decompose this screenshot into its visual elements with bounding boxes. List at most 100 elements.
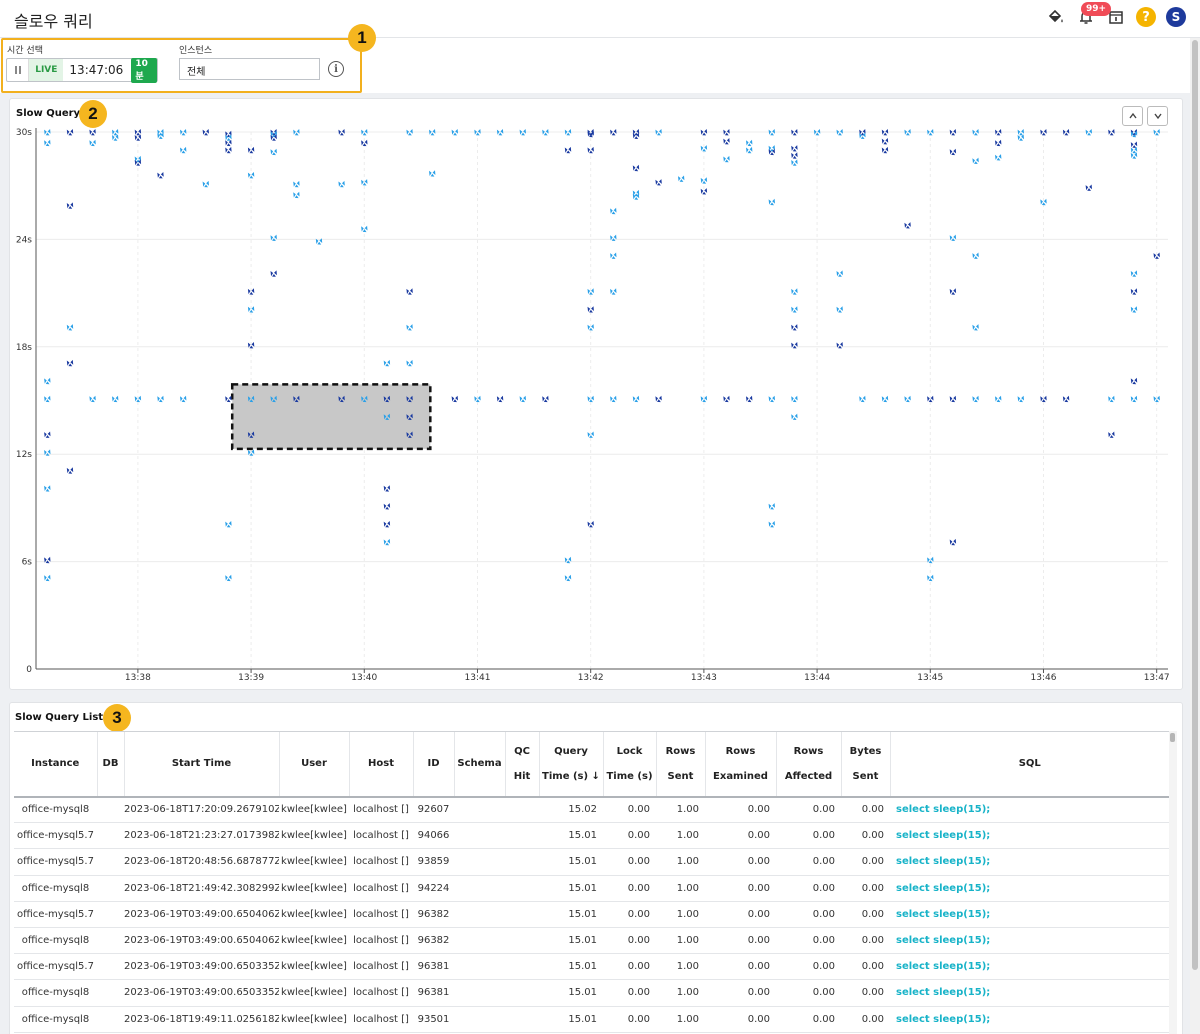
query-point[interactable] <box>995 154 1002 161</box>
query-point[interactable] <box>383 503 391 510</box>
query-point[interactable] <box>44 574 51 582</box>
query-point[interactable] <box>723 138 730 145</box>
column-header-schema[interactable]: Schema <box>453 731 505 798</box>
query-point[interactable] <box>949 395 957 403</box>
query-point[interactable] <box>225 521 232 528</box>
query-point[interactable] <box>542 395 549 403</box>
scatter-chart[interactable]: 0 6s 12s 18s 24s 30s 13:38 13:39 13:40 13:41 13:42… <box>0 0 1190 700</box>
query-point[interactable] <box>791 288 798 295</box>
query-point[interactable] <box>429 170 436 177</box>
table-row[interactable]: office-mysql5.7 2023-06-19T03:49:00.65040… <box>14 901 1169 928</box>
query-point[interactable] <box>1108 395 1115 403</box>
query-point[interactable] <box>112 395 119 403</box>
query-point[interactable] <box>791 395 798 403</box>
query-point[interactable] <box>112 134 119 141</box>
query-point[interactable] <box>610 207 617 215</box>
query-point[interactable] <box>655 179 662 186</box>
cell-sql[interactable]: select sleep(15); <box>890 953 1169 981</box>
query-point[interactable] <box>746 146 753 154</box>
table-row[interactable]: office-mysql8 2023-06-18T21:49:42.308299Z… <box>14 875 1169 902</box>
table-row[interactable]: office-mysql5.7 2023-06-18T21:23:27.01739… <box>14 822 1169 850</box>
query-point[interactable] <box>270 148 277 156</box>
query-point[interactable] <box>406 288 413 295</box>
query-point[interactable] <box>859 395 866 403</box>
cell-sql[interactable]: select sleep(15); <box>890 848 1169 876</box>
query-point[interactable] <box>519 395 526 403</box>
query-point[interactable] <box>610 288 617 295</box>
query-point[interactable] <box>338 180 345 188</box>
cell-sql[interactable]: select sleep(15); <box>890 796 1169 824</box>
table-row[interactable]: office-mysql5.7 2023-06-18T20:48:56.68787… <box>14 848 1169 876</box>
table-row[interactable]: office-mysql8 2023-06-18T17:20:09.267910Z… <box>14 796 1169 824</box>
query-point[interactable] <box>1085 184 1092 191</box>
query-point[interactable] <box>836 270 843 277</box>
query-point[interactable] <box>791 145 798 152</box>
query-point[interactable] <box>723 155 730 163</box>
query-point[interactable] <box>632 395 640 403</box>
query-point[interactable] <box>655 395 662 403</box>
query-point[interactable] <box>564 556 572 564</box>
query-point[interactable] <box>496 395 504 403</box>
page-scroll-thumb[interactable] <box>1192 40 1198 970</box>
query-point[interactable] <box>610 252 617 259</box>
query-point[interactable] <box>904 395 911 403</box>
query-point[interactable] <box>678 175 685 182</box>
cell-sql[interactable]: select sleep(15); <box>890 875 1169 902</box>
query-point[interactable] <box>904 222 911 229</box>
query-point[interactable] <box>791 152 798 159</box>
query-point[interactable] <box>1130 377 1138 385</box>
cell-sql[interactable]: select sleep(15); <box>890 927 1169 955</box>
query-point[interactable] <box>768 395 775 403</box>
query-point[interactable] <box>180 146 187 154</box>
query-point[interactable] <box>44 395 51 403</box>
query-point[interactable] <box>972 395 979 403</box>
query-point[interactable] <box>768 503 775 510</box>
query-point[interactable] <box>406 324 413 331</box>
query-point[interactable] <box>949 288 957 295</box>
query-point[interactable] <box>134 134 142 141</box>
query-point[interactable] <box>89 139 96 147</box>
query-point[interactable] <box>768 521 775 528</box>
query-point[interactable] <box>1130 270 1138 277</box>
query-point[interactable] <box>180 395 187 403</box>
query-point[interactable] <box>383 359 391 367</box>
column-header-id[interactable]: ID <box>412 731 454 798</box>
query-point[interactable] <box>383 521 391 528</box>
query-point[interactable] <box>949 538 957 546</box>
query-point[interactable] <box>202 180 209 188</box>
query-point[interactable] <box>610 395 617 403</box>
query-point[interactable] <box>406 359 413 367</box>
query-point[interactable] <box>270 234 277 241</box>
query-point[interactable] <box>746 395 753 403</box>
query-point[interactable] <box>972 324 979 331</box>
table-scroll-thumb[interactable] <box>1170 733 1175 742</box>
query-point[interactable] <box>44 556 51 564</box>
column-header-sql[interactable]: SQL <box>889 731 1169 798</box>
query-point[interactable] <box>1017 134 1024 141</box>
query-point[interactable] <box>270 270 277 277</box>
query-point[interactable] <box>383 538 391 546</box>
query-point[interactable] <box>995 139 1002 147</box>
query-point[interactable] <box>157 395 164 403</box>
query-point[interactable] <box>791 413 798 420</box>
column-header-sent[interactable]: Rows Sent <box>655 731 705 798</box>
query-point[interactable] <box>881 395 889 403</box>
query-point[interactable] <box>1130 146 1138 154</box>
query-point[interactable] <box>972 157 979 164</box>
query-point[interactable] <box>225 395 232 403</box>
query-point[interactable] <box>949 148 957 156</box>
query-point[interactable] <box>791 324 798 331</box>
query-point[interactable] <box>791 159 798 166</box>
query-point[interactable] <box>995 395 1002 403</box>
query-point[interactable] <box>44 485 51 492</box>
cell-sql[interactable]: select sleep(15); <box>890 822 1169 850</box>
query-point[interactable] <box>791 342 798 349</box>
column-header-ltime[interactable]: Lock Time (s) <box>602 731 656 798</box>
query-point[interactable] <box>881 146 889 154</box>
column-header-affected[interactable]: Rows Affected <box>775 731 841 798</box>
query-point[interactable] <box>66 324 74 331</box>
query-point[interactable] <box>44 431 51 438</box>
query-point[interactable] <box>564 574 572 582</box>
column-header-examined[interactable]: Rows Examined <box>704 731 776 798</box>
table-row[interactable]: office-mysql8 2023-06-19T03:49:00.650335Z… <box>14 979 1169 1007</box>
